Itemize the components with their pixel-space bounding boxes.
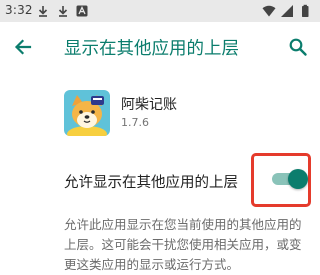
app-bar: 显示在其他应用的上层 xyxy=(0,22,320,72)
app-version: 1.7.6 xyxy=(121,116,149,129)
download-icon xyxy=(38,6,48,17)
page-title: 显示在其他应用的上层 xyxy=(64,39,239,59)
permission-description: 允许此应用显示在您当前使用的其他应用的上层。这可能会干扰您使用相关应用，或变更这… xyxy=(64,217,302,272)
screen: 3:32 显示在其他应用的上层 阿柴记账 1.7.6 允许显示在其他应用的上层 … xyxy=(0,0,320,275)
app-name: 阿柴记账 xyxy=(121,97,177,113)
status-time: 3:32 xyxy=(5,3,33,17)
battery-icon xyxy=(302,4,309,17)
switch-thumb xyxy=(288,169,308,189)
status-bar: 3:32 xyxy=(0,0,320,22)
search-icon xyxy=(289,38,307,56)
back-button[interactable] xyxy=(10,34,36,60)
overlay-permission-switch[interactable] xyxy=(272,169,308,189)
search-button[interactable] xyxy=(284,33,312,61)
wifi-icon xyxy=(262,5,276,17)
arrow-left-icon xyxy=(14,39,32,55)
signal-icon xyxy=(281,5,293,17)
overlay-permission-label: 允许显示在其他应用的上层 xyxy=(64,175,238,191)
app-notification-icon xyxy=(76,5,88,17)
shiba-dog-icon xyxy=(64,90,110,136)
app-icon xyxy=(64,90,110,136)
download-icon xyxy=(58,6,68,17)
